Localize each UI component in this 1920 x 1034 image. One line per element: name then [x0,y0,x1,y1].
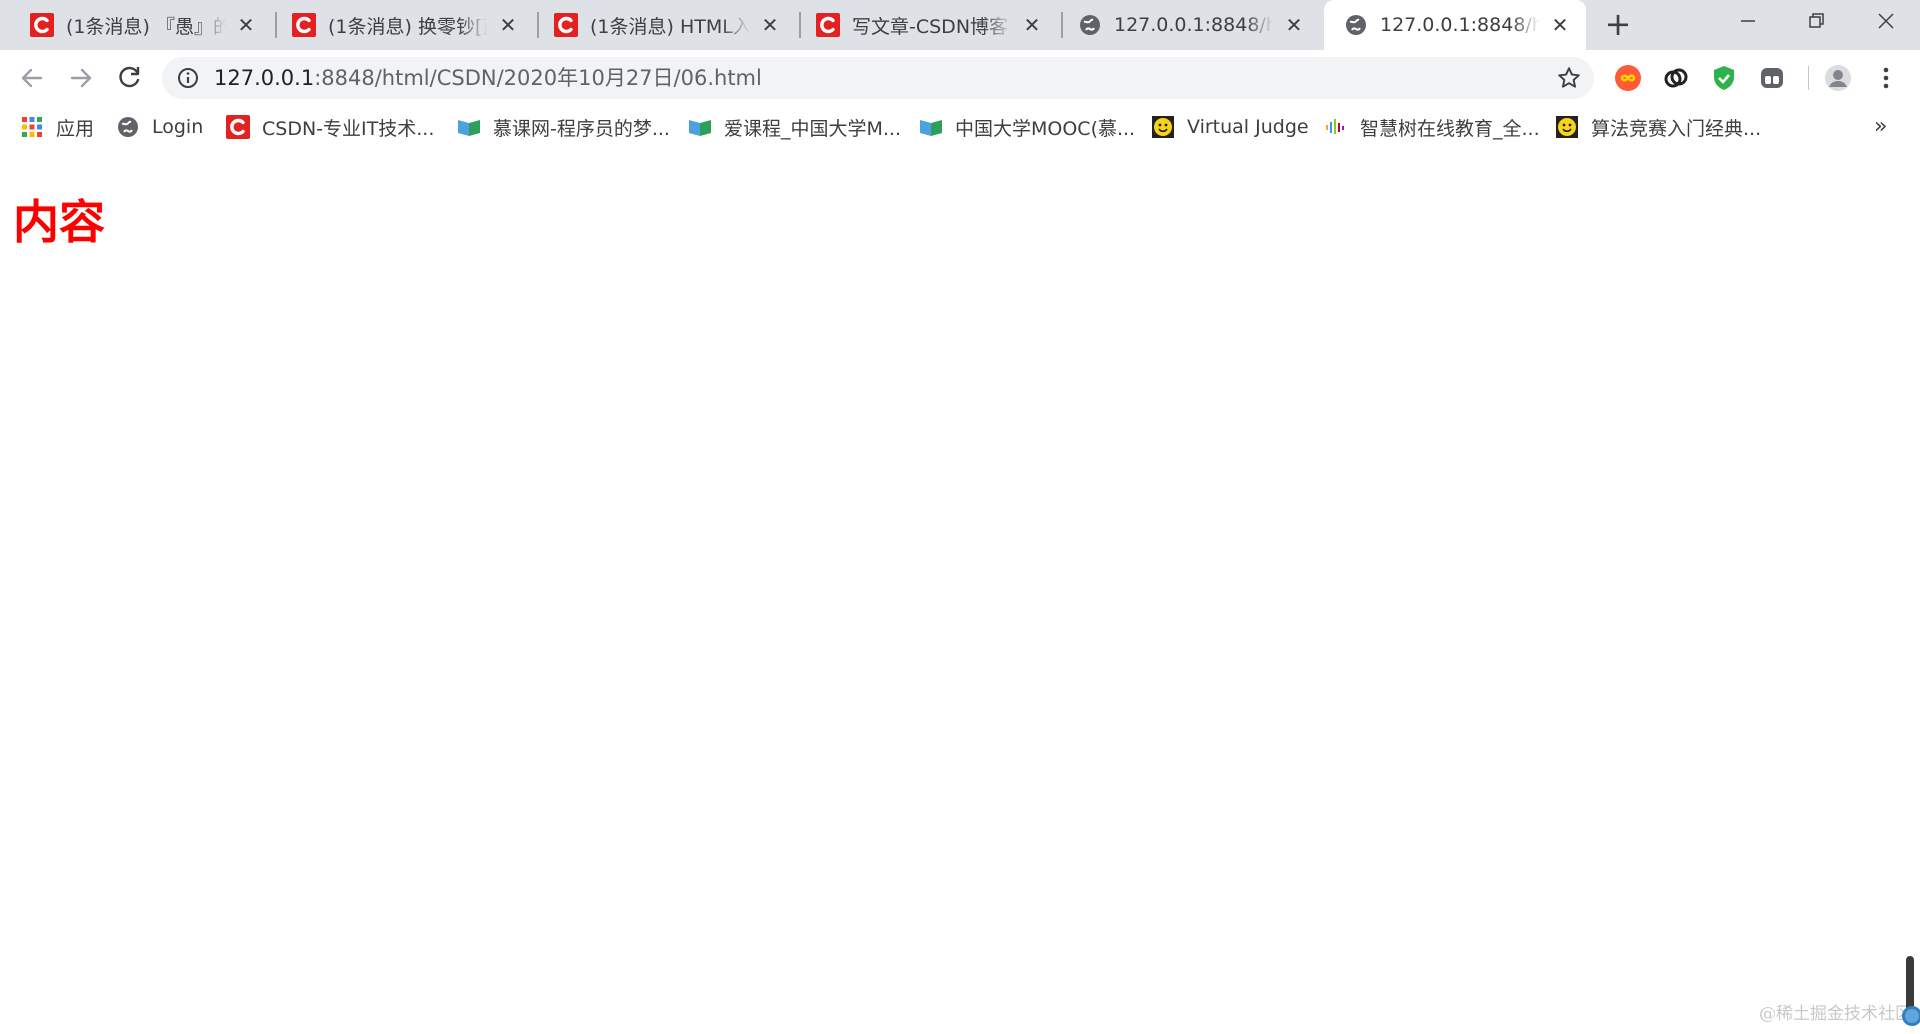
page-heading: 内容 [13,195,105,249]
close-tab-icon[interactable]: ✕ [1548,13,1572,37]
bookmark-virtual-judge[interactable]: Virtual Judge [1151,113,1309,141]
site-info-icon[interactable] [176,66,200,90]
toolbar-divider [1808,66,1809,90]
bookmarks-bar: 应用 Login CSDN-专业IT技术... 慕课网-程序员的梦... 爱课程… [0,105,1920,149]
tab-strip: (1条消息) 『愚』的博客 ✕ (1条消息) 换零钞[蓝桥杯] ✕ (1条消息)… [0,0,1920,50]
bookmark-label: Login [152,116,204,138]
tab-csdn-2[interactable]: (1条消息) 换零钞[蓝桥杯] ✕ [272,0,534,50]
tab-title: (1条消息) 『愚』的博客 [66,15,226,38]
bookmark-china-mooc[interactable]: 中国大学MOOC(慕... [919,113,1135,141]
close-tab-icon[interactable]: ✕ [234,13,258,37]
bookmark-icourses[interactable]: 爱课程_中国大学M... [688,113,901,141]
ghostery-extension-icon[interactable] [1758,64,1786,92]
forward-arrow-icon[interactable] [63,60,99,96]
restore-icon[interactable] [1796,6,1836,36]
tab-csdn-3[interactable]: (1条消息) HTML入门 ✕ [534,0,796,50]
bookmark-label: 中国大学MOOC(慕... [955,117,1136,140]
csdn-icon [554,13,578,37]
bookmark-label: 慕课网-程序员的梦... [493,117,670,140]
close-tab-icon[interactable]: ✕ [1020,13,1044,37]
close-tab-icon[interactable]: ✕ [496,13,520,37]
bookmark-login[interactable]: Login [116,113,203,141]
url-host: 127.0.0.1 [214,66,315,90]
shield-extension-icon[interactable] [1710,64,1738,92]
tab-localhost-active[interactable]: 127.0.0.1:8848/html ✕ [1324,0,1586,50]
bookmark-label: CSDN-专业IT技术... [262,117,435,140]
globe-icon [118,117,138,137]
bookmark-label: 智慧树在线教育_全... [1360,117,1540,140]
tab-title: 写文章-CSDN博客 [852,15,1009,38]
soundwave-icon [1326,119,1344,134]
new-tab-button[interactable]: + [1603,8,1633,40]
tab-csdn-write[interactable]: 写文章-CSDN博客 ✕ [796,0,1058,50]
apps-grid-icon [22,117,42,137]
bookmark-star-icon[interactable] [1556,65,1582,91]
smiley-icon [1556,116,1578,138]
globe-icon [1080,15,1100,35]
infinity-extension-icon[interactable] [1614,64,1642,92]
reload-icon[interactable] [111,60,147,96]
tab-title: 127.0.0.1:8848/html [1114,14,1274,36]
back-arrow-icon[interactable] [14,60,50,96]
bookmark-algorithm-book[interactable]: 算法竞赛入门经典... [1555,113,1761,141]
watermark-text: @稀土掘金技术社区 [1759,1004,1912,1024]
csdn-icon [226,115,250,139]
bookmark-imooc[interactable]: 慕课网-程序员的梦... [457,113,670,141]
close-window-icon[interactable] [1866,6,1906,36]
close-tab-icon[interactable]: ✕ [758,13,782,37]
globe-icon [1346,15,1366,35]
csdn-icon [816,13,840,37]
mooc-book-icon [689,120,711,136]
page-viewport: 内容 @稀土掘金技术社区 [0,149,1920,1034]
url-path: :8848/html/CSDN/2020年10月27日/06.html [314,66,762,90]
minimize-icon[interactable] [1728,6,1768,36]
tab-localhost-1[interactable]: 127.0.0.1:8848/html ✕ [1058,0,1320,50]
mooc-book-icon [458,120,480,136]
bookmark-label: 应用 [56,117,95,140]
browser-toolbar: 127.0.0.1:8848/html/CSDN/2020年10月27日/06.… [0,50,1920,105]
tab-csdn-1[interactable]: (1条消息) 『愚』的博客 ✕ [10,0,272,50]
tab-title: (1条消息) 换零钞[蓝桥杯] [328,15,488,38]
bookmark-label: 算法竞赛入门经典... [1591,117,1762,140]
profile-avatar-icon[interactable] [1824,64,1852,92]
csdn-icon [30,13,54,37]
csdn-icon [292,13,316,37]
close-tab-icon[interactable]: ✕ [1282,13,1306,37]
tab-title: (1条消息) HTML入门 [590,15,750,38]
tab-title: 127.0.0.1:8848/html [1380,14,1540,36]
address-bar[interactable]: 127.0.0.1:8848/html/CSDN/2020年10月27日/06.… [162,57,1594,99]
link-extension-icon[interactable] [1662,64,1690,92]
smiley-icon [1152,116,1174,138]
url-text[interactable]: 127.0.0.1:8848/html/CSDN/2020年10月27日/06.… [214,66,762,90]
bookmark-label: Virtual Judge [1187,116,1309,138]
bookmark-apps[interactable]: 应用 [20,113,94,141]
scroll-handle[interactable] [1902,956,1920,1026]
bookmarks-overflow-button[interactable]: » [1874,114,1887,139]
bookmark-zhihuishu[interactable]: 智慧树在线教育_全... [1324,113,1540,141]
bookmark-label: 爱课程_中国大学M... [724,117,902,140]
menu-kebab-icon[interactable] [1872,64,1900,92]
bookmark-csdn[interactable]: CSDN-专业IT技术... [226,113,434,141]
mooc-book-icon [920,120,942,136]
